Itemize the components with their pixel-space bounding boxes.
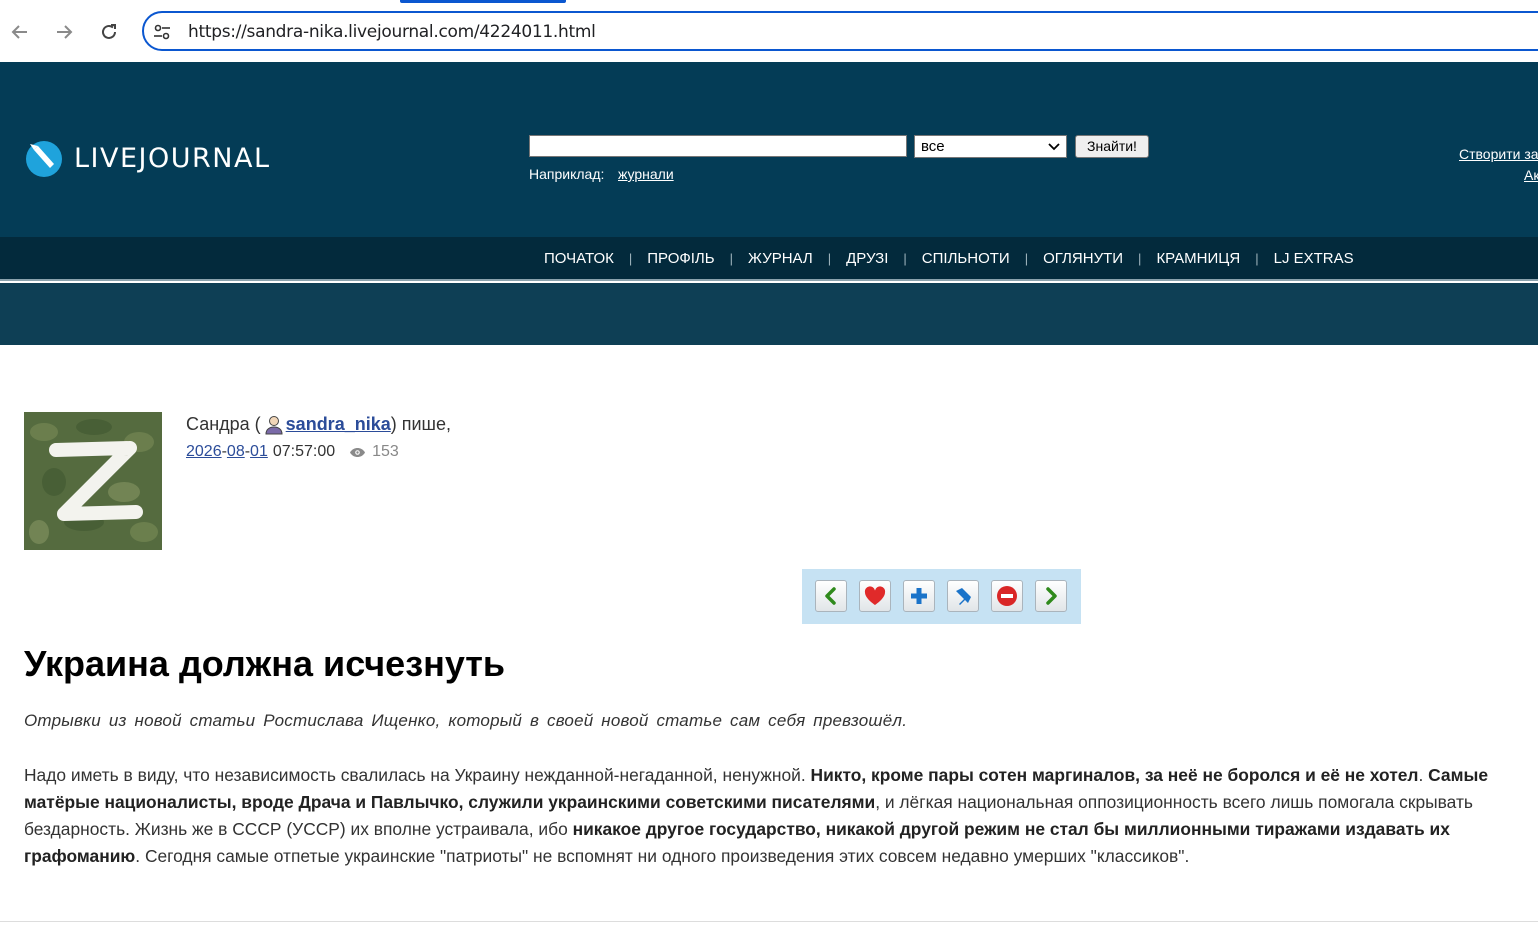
site-header: LIVEJOURNAL все Знайти! Наприклад: журна… [0, 62, 1538, 237]
plus-icon [911, 588, 927, 604]
nav-item[interactable]: ДРУЗІ [846, 250, 888, 267]
add-to-friends-button[interactable] [903, 580, 935, 612]
search-scope-value: все [921, 138, 945, 155]
stop-icon [997, 586, 1017, 606]
post-time: 07:57:00 [272, 443, 336, 460]
site-info-icon[interactable] [152, 22, 172, 42]
back-button[interactable] [6, 18, 34, 46]
previous-entry-button[interactable] [815, 580, 847, 612]
nav-separator: | [1255, 250, 1259, 266]
arrow-right-icon [57, 25, 73, 39]
date-day-link[interactable]: 01 [250, 443, 268, 461]
nav-separator: | [1138, 250, 1142, 266]
bold-text: Никто, кроме пары сотен маргиналов, за н… [810, 765, 1419, 785]
nav-item[interactable]: ПРОФІЛЬ [647, 250, 714, 267]
author-username-link[interactable]: sandra_nika [286, 414, 391, 435]
author-name: Сандра ( [186, 414, 261, 434]
forward-button[interactable] [50, 18, 78, 46]
nav-separator: | [903, 250, 907, 266]
post-author-line: Сандра ( sandra_nika ) пише, [186, 414, 451, 435]
login-link[interactable]: Ак [1524, 167, 1538, 183]
url-text[interactable]: https://sandra-nika.livejournal.com/4224… [188, 22, 596, 42]
main-nav: ПОЧАТОК | ПРОФІЛЬ | ЖУРНАЛ | ДРУЗІ | СПІЛЬНОТИ | О… [0, 237, 1538, 281]
create-account-link[interactable]: Створити за [1459, 146, 1538, 162]
nav-item[interactable]: КРАМНИЦЯ [1156, 250, 1240, 267]
body-text: Надо иметь в виду, что независимость сва… [24, 765, 811, 785]
date-year-link[interactable]: 2026 [186, 443, 222, 461]
add-to-memories-button[interactable] [859, 580, 891, 612]
example-label: Наприклад: [529, 166, 605, 182]
date-month-link[interactable]: 08 [227, 443, 245, 461]
reload-icon [102, 24, 116, 39]
divider [0, 921, 1538, 922]
nav-item[interactable]: ЖУРНАЛ [748, 250, 813, 267]
user-icon[interactable] [264, 415, 284, 435]
writes-label: ) пише, [390, 414, 451, 434]
next-entry-button[interactable] [1035, 580, 1067, 612]
eye-icon [350, 447, 366, 457]
header-band [0, 283, 1538, 345]
post-date-line: 2026-08-01 07:57:00 153 [186, 443, 399, 461]
flag-entry-button[interactable] [991, 580, 1023, 612]
heart-icon [864, 586, 886, 605]
search-input[interactable] [529, 135, 907, 157]
nav-separator: | [729, 250, 734, 266]
nav-separator: | [628, 250, 633, 266]
post-title: Украина должна исчезнуть [24, 643, 506, 684]
nav-item[interactable]: ОГЛЯНУТИ [1043, 250, 1123, 267]
nav-item[interactable]: СПІЛЬНОТИ [922, 250, 1010, 267]
nav-separator: | [827, 250, 832, 266]
body-text: . Сегодня самые отпетые украинские "патр… [135, 846, 1190, 866]
nav-separator: | [1024, 250, 1029, 266]
nav-item[interactable]: ПОЧАТОК [544, 250, 614, 267]
userpic-avatar[interactable] [24, 412, 162, 550]
logo-text: LIVEJOURNAL [74, 142, 271, 174]
search-button[interactable]: Знайти! [1075, 135, 1149, 158]
views-counter: 153 [349, 443, 399, 461]
post-actions-bar [802, 569, 1081, 624]
arrow-right-icon [1046, 587, 1057, 605]
chevron-down-icon [1048, 136, 1060, 164]
example-link-journals[interactable]: журнали [618, 166, 674, 182]
livejournal-logo[interactable]: LIVEJOURNAL [24, 138, 270, 178]
post-lead: Отрывки из новой статьи Ростислава Ищенк… [24, 711, 908, 730]
search-scope-select[interactable]: все [914, 135, 1067, 158]
views-count: 153 [372, 443, 399, 460]
livejournal-logo-icon [26, 141, 62, 177]
post-body: Надо иметь в виду, что независимость сва… [24, 762, 1538, 870]
active-tab-indicator [400, 0, 566, 3]
arrow-left-icon [825, 587, 836, 605]
browser-toolbar: https://sandra-nika.livejournal.com/4224… [0, 0, 1538, 63]
nav-item[interactable]: LJ EXTRAS [1274, 250, 1354, 267]
reload-button[interactable] [95, 18, 123, 46]
track-entry-button[interactable] [947, 580, 979, 612]
arrow-left-icon [11, 25, 27, 39]
pin-icon [956, 588, 971, 605]
body-text: . [1418, 765, 1429, 785]
